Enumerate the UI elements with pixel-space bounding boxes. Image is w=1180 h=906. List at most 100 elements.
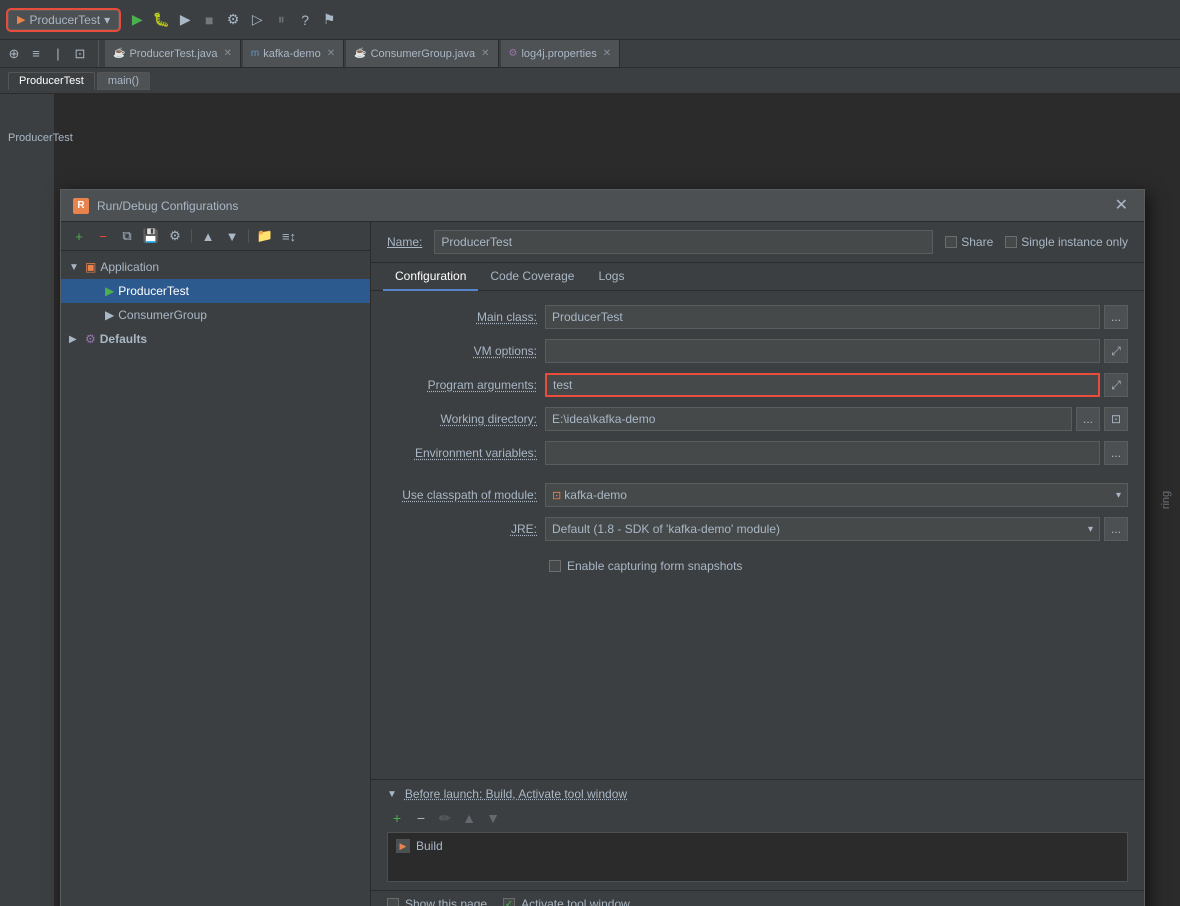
main-class-browse-button[interactable]: ...	[1104, 305, 1128, 329]
env-vars-browse-button[interactable]: ...	[1104, 441, 1128, 465]
tree-add-button[interactable]: +	[69, 226, 89, 246]
tab-code-coverage[interactable]: Code Coverage	[478, 263, 586, 291]
tree-down-button[interactable]: ▼	[222, 226, 242, 246]
before-launch-edit-button[interactable]: ✏	[435, 808, 455, 828]
tab-bar-tools: ⊕ ≡ | ⊡	[4, 40, 99, 67]
tab-logs[interactable]: Logs	[586, 263, 636, 291]
share-checkbox[interactable]	[945, 236, 957, 248]
classpath-module-row: Use classpath of module: ⊡ kafka-demo ▾	[387, 481, 1128, 509]
show-page-checkbox[interactable]	[387, 898, 399, 906]
working-dir-input[interactable]: E:\idea\kafka-demo	[545, 407, 1072, 431]
tree-remove-button[interactable]: −	[93, 226, 113, 246]
tree-save-button[interactable]: 💾	[141, 226, 161, 246]
tasks-icon[interactable]: ⚑	[319, 10, 339, 30]
jre-dropdown-arrow-icon: ▾	[1088, 524, 1093, 535]
run-icon[interactable]: ▶	[127, 10, 147, 30]
env-vars-row: Environment variables: ...	[387, 439, 1128, 467]
tree-expand-arrow-icon: ▼	[69, 262, 81, 273]
tree-folder-button[interactable]: 📁	[255, 226, 275, 246]
classpath-module-select[interactable]: ⊡ kafka-demo ▾	[545, 483, 1128, 507]
working-dir-browse-button[interactable]: ...	[1076, 407, 1100, 431]
tab-tool-4[interactable]: ⊡	[70, 44, 90, 64]
single-instance-checkbox[interactable]	[1005, 236, 1017, 248]
subtab-producertest[interactable]: ProducerTest	[8, 72, 95, 90]
tree-defaults-label: Defaults	[100, 332, 147, 346]
before-launch-collapse-icon[interactable]: ▼	[387, 789, 397, 800]
tree-toolbar: + − ⧉ 💾 ⚙ ▲ ▼ 📁 ≡↕	[61, 222, 370, 251]
before-launch-list: ▶ Build	[387, 832, 1128, 882]
tab-configuration[interactable]: Configuration	[383, 263, 478, 291]
tree-settings-button[interactable]: ⚙	[165, 226, 185, 246]
pause-icon[interactable]: ⏸	[271, 10, 291, 30]
ide-side-hint: ring	[1152, 483, 1180, 517]
enable-snapshots-checkbox[interactable]	[549, 560, 561, 572]
jre-input-wrap: Default (1.8 - SDK of 'kafka-demo' modul…	[545, 517, 1128, 541]
tree-item-consumergroup[interactable]: ▶ ConsumerGroup	[61, 303, 370, 327]
tree-sort-button[interactable]: ≡↕	[279, 226, 299, 246]
tree-up-button[interactable]: ▲	[198, 226, 218, 246]
before-launch-add-button[interactable]: +	[387, 808, 407, 828]
tree-collapsed-arrow-icon: ▶	[69, 334, 81, 345]
run-config-icon: ▶	[17, 13, 25, 26]
jre-row: JRE: Default (1.8 - SDK of 'kafka-demo' …	[387, 515, 1128, 543]
tree-copy-button[interactable]: ⧉	[117, 226, 137, 246]
env-vars-input[interactable]	[545, 441, 1100, 465]
configuration-form: Main class: ProducerTest ... VM options:	[371, 291, 1144, 779]
close-tab-2-icon[interactable]: ✕	[327, 48, 335, 59]
before-launch-down-button[interactable]: ▼	[483, 808, 503, 828]
program-args-expand-button[interactable]: ⤢	[1104, 373, 1128, 397]
run2-icon[interactable]: ▷	[247, 10, 267, 30]
tab-tool-1[interactable]: ⊕	[4, 44, 24, 64]
java-icon: ☕	[113, 48, 125, 59]
jre-value: Default (1.8 - SDK of 'kafka-demo' modul…	[552, 522, 780, 536]
main-class-input[interactable]: ProducerTest	[545, 305, 1100, 329]
close-tab-3-icon[interactable]: ✕	[481, 48, 489, 59]
tab-consumergroup-java-label: ConsumerGroup.java	[371, 48, 476, 60]
vm-options-input[interactable]	[545, 339, 1100, 363]
tab-tool-2[interactable]: ≡	[26, 44, 46, 64]
name-input[interactable]: ProducerTest	[434, 230, 933, 254]
tree-application-label: Application	[100, 260, 159, 274]
build-icon[interactable]: ⚙	[223, 10, 243, 30]
tab-consumergroup-java[interactable]: ☕ ConsumerGroup.java ✕	[346, 40, 498, 67]
working-dir-macro-button[interactable]: ⊡	[1104, 407, 1128, 431]
vm-options-input-wrap: ⤢	[545, 339, 1128, 363]
tab-log4j-props[interactable]: ⚙ log4j.properties ✕	[501, 40, 621, 67]
close-tab-icon[interactable]: ✕	[224, 48, 232, 59]
name-label: Name:	[387, 235, 422, 249]
ide-left-panel	[0, 94, 55, 906]
help-toolbar-icon[interactable]: ?	[295, 10, 315, 30]
dialog-titlebar: R Run/Debug Configurations ✕	[61, 190, 1144, 222]
tree-separator-2	[248, 229, 249, 243]
vm-options-row: VM options: ⤢	[387, 337, 1128, 365]
activate-tool-checkbox[interactable]	[503, 898, 515, 906]
tree-consumergroup-label: ConsumerGroup	[118, 308, 207, 322]
tab-producertest-java[interactable]: ☕ ProducerTest.java ✕	[105, 40, 241, 67]
before-launch-title: Before launch: Build, Activate tool wind…	[405, 787, 627, 801]
activate-tool-label: Activate tool window	[521, 897, 630, 906]
tree-consumer-icon: ▶	[105, 308, 114, 322]
jre-select[interactable]: Default (1.8 - SDK of 'kafka-demo' modul…	[545, 517, 1100, 541]
subtab-main[interactable]: main()	[97, 72, 150, 90]
debug-icon[interactable]: 🐛	[151, 10, 171, 30]
tab-tool-3[interactable]: |	[48, 44, 68, 64]
working-dir-row: Working directory: E:\idea\kafka-demo ..…	[387, 405, 1128, 433]
vm-options-expand-button[interactable]: ⤢	[1104, 339, 1128, 363]
tree-item-application-group[interactable]: ▼ ▣ Application	[61, 255, 370, 279]
tab-kafka-demo[interactable]: m kafka-demo ✕	[243, 40, 344, 67]
before-launch-remove-button[interactable]: −	[411, 808, 431, 828]
stop-icon[interactable]: ■	[199, 10, 219, 30]
close-tab-4-icon[interactable]: ✕	[603, 48, 611, 59]
dropdown-arrow-icon: ▾	[104, 13, 110, 27]
main-class-label: Main class:	[387, 310, 537, 324]
coverage-icon[interactable]: ▶	[175, 10, 195, 30]
before-launch-up-button[interactable]: ▲	[459, 808, 479, 828]
dialog-close-button[interactable]: ✕	[1111, 196, 1132, 216]
program-args-input[interactable]: test	[545, 373, 1100, 397]
tree-item-producertest[interactable]: ▶ ProducerTest	[61, 279, 370, 303]
props-icon: ⚙	[509, 48, 518, 59]
tree-item-defaults[interactable]: ▶ ⚙ Defaults	[61, 327, 370, 351]
jre-browse-button[interactable]: ...	[1104, 517, 1128, 541]
run-config-dropdown[interactable]: ▶ ProducerTest ▾	[8, 10, 119, 30]
single-instance-label: Single instance only	[1021, 235, 1128, 249]
